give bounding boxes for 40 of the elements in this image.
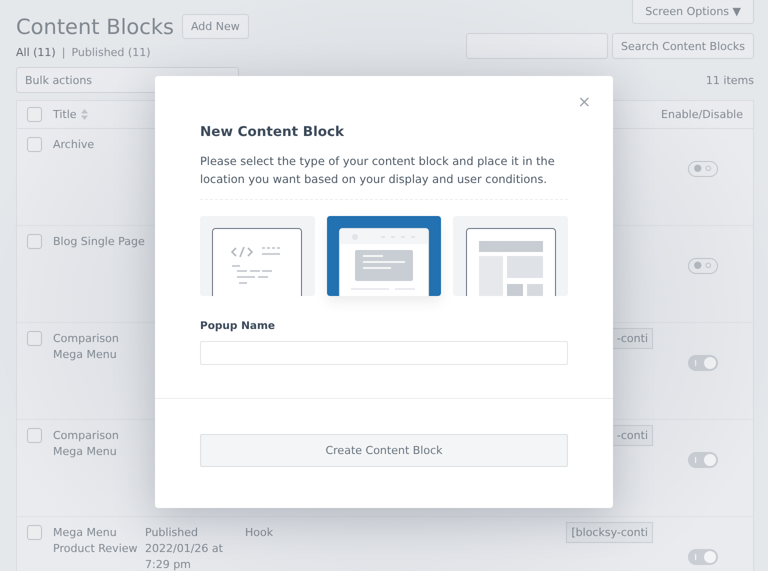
search-button[interactable]: Search Content Blocks	[612, 33, 754, 59]
shortcode-field: [blocksy-conti	[566, 522, 653, 543]
row-title[interactable]: Blog Single Page	[53, 234, 145, 250]
page-title: Content Blocks	[16, 14, 174, 38]
checkbox[interactable]	[27, 137, 42, 152]
sort-icon	[80, 109, 88, 120]
separator-text: |	[62, 46, 66, 58]
row-title[interactable]: Mega Menu Product Review	[53, 525, 145, 557]
checkbox[interactable]	[27, 525, 42, 540]
checkbox[interactable]	[27, 107, 42, 122]
search-field[interactable]	[466, 33, 608, 59]
close-button[interactable]: ×	[574, 92, 595, 111]
row-title[interactable]: Archive	[53, 137, 145, 153]
row-title[interactable]: Comparison Mega Menu	[53, 428, 145, 460]
field-label: Popup Name	[200, 320, 276, 332]
checkbox[interactable]	[27, 428, 42, 443]
date-text: 2022/01/26 at 7:29 pm	[145, 541, 224, 571]
items-count: 11 items	[706, 74, 754, 86]
template-option[interactable]	[453, 216, 568, 296]
shortcode-field: -conti	[612, 328, 653, 349]
toggle-switch[interactable]	[688, 161, 718, 177]
add-new-button[interactable]: Add New	[182, 14, 249, 39]
column-header: Enable/Disable	[661, 106, 744, 122]
toggle-switch[interactable]	[688, 258, 718, 274]
row-title[interactable]: Comparison Mega Menu	[53, 331, 145, 363]
template-option[interactable]	[200, 216, 315, 296]
filter-link[interactable]: All (11)	[16, 46, 56, 58]
checkbox[interactable]	[27, 331, 42, 346]
create-button[interactable]: Create Content Block	[200, 434, 568, 467]
screen-options-button[interactable]: Screen Options ▼	[632, 0, 754, 24]
checkbox[interactable]	[27, 234, 42, 249]
filter-link[interactable]: Published (11)	[71, 46, 151, 58]
column-header[interactable]: Title	[53, 106, 77, 122]
status-text: Published	[145, 526, 198, 539]
modal-title: New Content Block	[200, 124, 345, 140]
shortcode-field: -conti	[612, 425, 653, 446]
type-text: Hook	[245, 526, 274, 539]
modal-description: Please select the type of your content block and place it in the location you want based on your display and user conditions.	[200, 154, 556, 188]
template-option[interactable]	[326, 216, 442, 296]
popup-name-field[interactable]	[200, 341, 568, 365]
